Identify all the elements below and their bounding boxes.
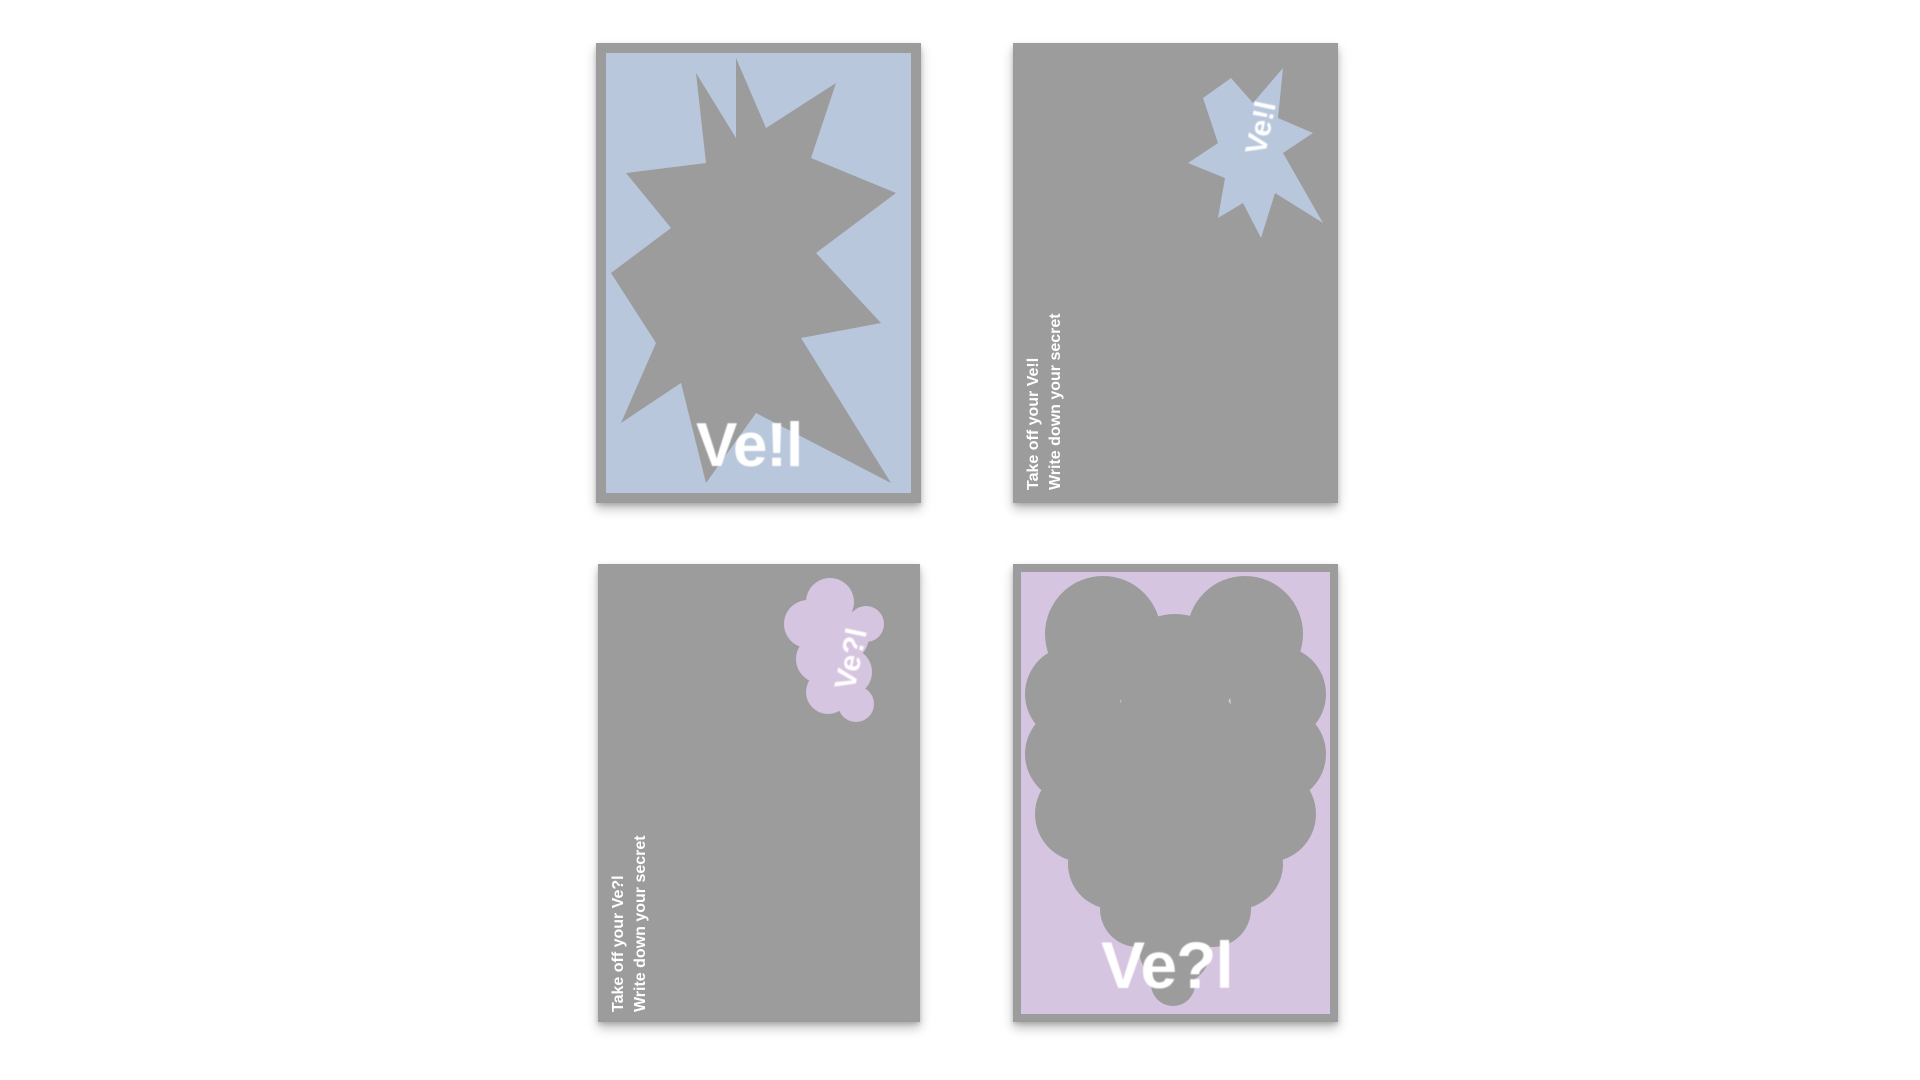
tagline: Take off your Ve?l Write down your secre… (608, 835, 651, 1012)
tagline: Take off your Ve!l Write down your secre… (1023, 313, 1066, 490)
tagline-line-2: Write down your secret (1046, 313, 1064, 490)
tagline-line-1: Take off your Ve!l (1025, 357, 1042, 490)
tagline-line-2: Write down your secret (631, 835, 649, 1012)
logo-text: Ve?l (1101, 928, 1234, 1002)
card-starburst-back: Ve!l Take off your Ve!l Write down your … (1013, 43, 1338, 503)
card-starburst-front: Ve!l (596, 43, 921, 503)
card-cloud-back: Ve?l Take off your Ve?l Write down your … (598, 564, 920, 1022)
card-cloud-front: Ve?l (1013, 564, 1338, 1022)
logo-text: Ve!l (696, 411, 803, 480)
tagline-line-1: Take off your Ve?l (610, 875, 627, 1012)
